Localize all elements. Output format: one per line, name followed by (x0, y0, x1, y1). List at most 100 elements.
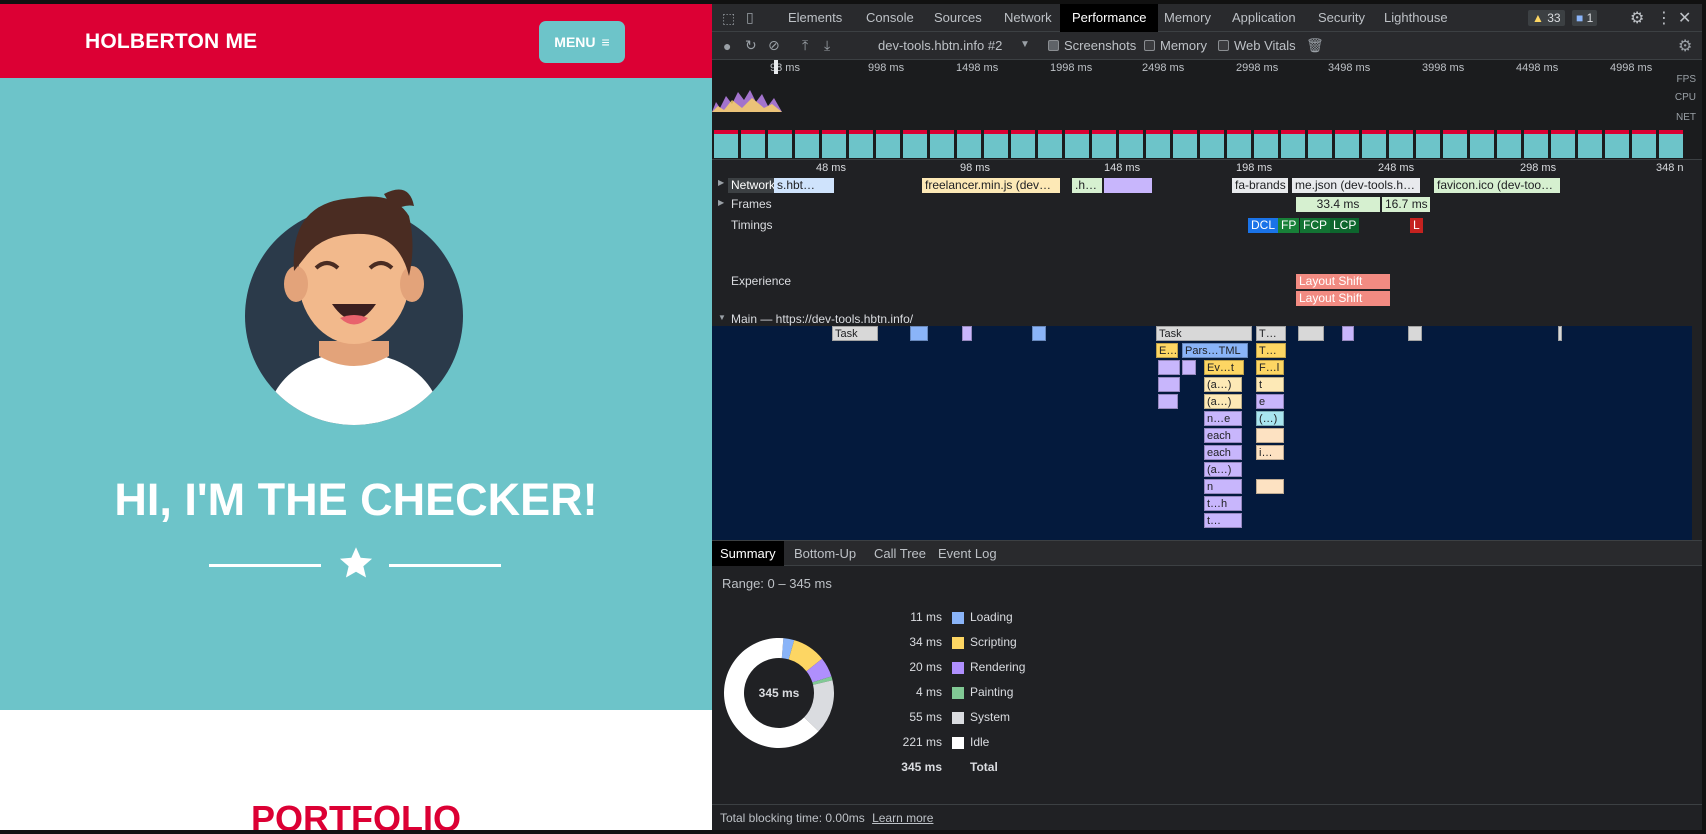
chevron-right-icon[interactable]: ▶ (718, 198, 724, 207)
memory-checkbox[interactable] (1144, 40, 1155, 51)
tab-call-tree[interactable]: Call Tree (866, 541, 934, 567)
save-profile-icon[interactable]: ⤓ (824, 37, 830, 54)
evaluate-script-block[interactable]: E… (1156, 343, 1178, 358)
parse-html-block[interactable]: Pars…TML (1182, 343, 1248, 358)
small-task-block[interactable] (1558, 326, 1562, 341)
screenshot-thumbnail[interactable] (1551, 130, 1575, 158)
network-request[interactable]: fa-brands (1232, 178, 1288, 193)
timing-lcp[interactable]: LCP (1330, 218, 1360, 233)
screenshot-thumbnail[interactable] (1254, 130, 1278, 158)
chevron-down-icon[interactable]: ▼ (1020, 39, 1030, 50)
function-block[interactable]: t (1256, 377, 1284, 392)
screenshot-thumbnail[interactable] (1335, 130, 1359, 158)
tab-performance[interactable]: Performance (1060, 4, 1159, 32)
device-toolbar-icon[interactable]: ▯ (746, 9, 754, 26)
screenshot-thumbnail[interactable] (1659, 130, 1683, 158)
screenshot-thumbnail[interactable] (1227, 130, 1251, 158)
close-icon[interactable]: ✕ (1678, 8, 1691, 28)
layout-shift[interactable]: Layout Shift (1296, 274, 1390, 289)
function-block[interactable]: t… (1204, 513, 1242, 528)
timing-fp[interactable]: FP (1278, 218, 1300, 233)
screenshot-thumbnail[interactable] (1011, 130, 1035, 158)
tab-lighthouse[interactable]: Lighthouse (1376, 4, 1456, 32)
function-block[interactable]: i… (1256, 445, 1284, 460)
call-block[interactable] (1158, 394, 1178, 409)
menu-button[interactable]: MENU ≡ (539, 21, 625, 63)
learn-more-link[interactable]: Learn more (872, 811, 933, 825)
screenshot-thumbnail[interactable] (1578, 130, 1602, 158)
settings-gear-icon[interactable]: ⚙ (1630, 8, 1644, 28)
small-task-block[interactable] (910, 326, 928, 341)
screenshot-thumbnail[interactable] (1389, 130, 1413, 158)
screenshot-thumbnail[interactable] (1173, 130, 1197, 158)
screenshot-thumbnail[interactable] (1497, 130, 1521, 158)
frame-duration[interactable]: 33.4 ms (1296, 197, 1380, 212)
network-track-label[interactable]: Network (728, 178, 779, 193)
chevron-down-icon[interactable]: ▼ (718, 313, 726, 322)
function-block[interactable]: n (1204, 479, 1242, 494)
screenshot-thumbnail[interactable] (984, 130, 1008, 158)
screenshot-thumbnail[interactable] (1443, 130, 1467, 158)
profile-select[interactable]: dev-tools.hbtn.info #2 (878, 38, 1002, 53)
function-block[interactable] (1256, 479, 1284, 494)
tab-application[interactable]: Application (1224, 4, 1304, 32)
screenshots-checkbox[interactable] (1048, 40, 1059, 51)
tab-summary[interactable]: Summary (712, 541, 784, 567)
call-block[interactable] (1158, 360, 1180, 375)
clear-icon[interactable]: ⊘ (768, 37, 780, 54)
layout-shift[interactable]: Layout Shift (1296, 291, 1390, 306)
small-task-block[interactable] (1408, 326, 1422, 341)
web-vitals-checkbox[interactable] (1218, 40, 1229, 51)
overview-selection-handle[interactable] (774, 60, 778, 74)
flame-chart[interactable]: Task Task T… E… Pars…TML T… Ev…t F…l (a…… (712, 326, 1692, 540)
screenshot-thumbnail[interactable] (822, 130, 846, 158)
function-block[interactable]: t…h (1204, 496, 1242, 511)
screenshot-thumbnail[interactable] (1281, 130, 1305, 158)
network-request[interactable]: me.json (dev-tools.h… (1292, 178, 1420, 193)
function-block[interactable]: n…e (1204, 411, 1242, 426)
screenshot-thumbnail[interactable] (1038, 130, 1062, 158)
small-task-block[interactable] (1032, 326, 1046, 341)
record-icon[interactable]: ● (723, 38, 731, 54)
screenshot-thumbnail[interactable] (903, 130, 927, 158)
site-brand[interactable]: HOLBERTON ME (85, 30, 257, 54)
tab-memory[interactable]: Memory (1156, 4, 1219, 32)
screenshot-thumbnail[interactable] (1524, 130, 1548, 158)
screenshot-thumbnail[interactable] (1416, 130, 1440, 158)
small-task-block[interactable] (962, 326, 972, 341)
screenshot-thumbnail[interactable] (714, 130, 738, 158)
capture-settings-icon[interactable]: ⚙ (1678, 36, 1692, 56)
network-request[interactable]: favicon.ico (dev-too… (1434, 178, 1560, 193)
network-request[interactable]: s.hbt… (774, 178, 834, 193)
screenshot-thumbnail[interactable] (1119, 130, 1143, 158)
small-task-block[interactable] (1342, 326, 1354, 341)
function-block[interactable]: (…) (1256, 411, 1284, 426)
function-block[interactable] (1256, 428, 1284, 443)
screenshot-thumbnail[interactable] (957, 130, 981, 158)
load-profile-icon[interactable]: ⤒ (802, 37, 808, 54)
screenshot-thumbnail[interactable] (1362, 130, 1386, 158)
network-request-bar[interactable] (1104, 178, 1152, 193)
chevron-right-icon[interactable]: ▶ (718, 178, 724, 187)
screenshot-thumbnail[interactable] (768, 130, 792, 158)
tab-elements[interactable]: Elements (780, 4, 850, 32)
event-block[interactable]: Ev…t (1204, 360, 1244, 375)
network-request[interactable]: .h… (1072, 178, 1102, 193)
inspect-element-icon[interactable]: ⬚ (722, 10, 735, 27)
function-block[interactable]: each (1204, 428, 1242, 443)
function-block[interactable]: (a…) (1204, 462, 1242, 477)
screenshot-thumbnail[interactable] (1632, 130, 1656, 158)
task-block[interactable]: Task (1156, 326, 1252, 341)
screenshot-thumbnail[interactable] (1146, 130, 1170, 158)
task-block[interactable]: T… (1256, 326, 1286, 341)
screenshot-thumbnail[interactable] (849, 130, 873, 158)
screenshot-thumbnail[interactable] (1065, 130, 1089, 158)
timing-fcp[interactable]: FCP (1300, 218, 1330, 233)
screenshot-thumbnail[interactable] (1470, 130, 1494, 158)
function-block[interactable]: (a…) (1204, 394, 1242, 409)
tab-console[interactable]: Console (858, 4, 922, 32)
function-block[interactable]: (a…) (1204, 377, 1242, 392)
reload-icon[interactable]: ↻ (745, 37, 757, 54)
call-block[interactable] (1182, 360, 1196, 375)
small-task-block[interactable] (1298, 326, 1324, 341)
